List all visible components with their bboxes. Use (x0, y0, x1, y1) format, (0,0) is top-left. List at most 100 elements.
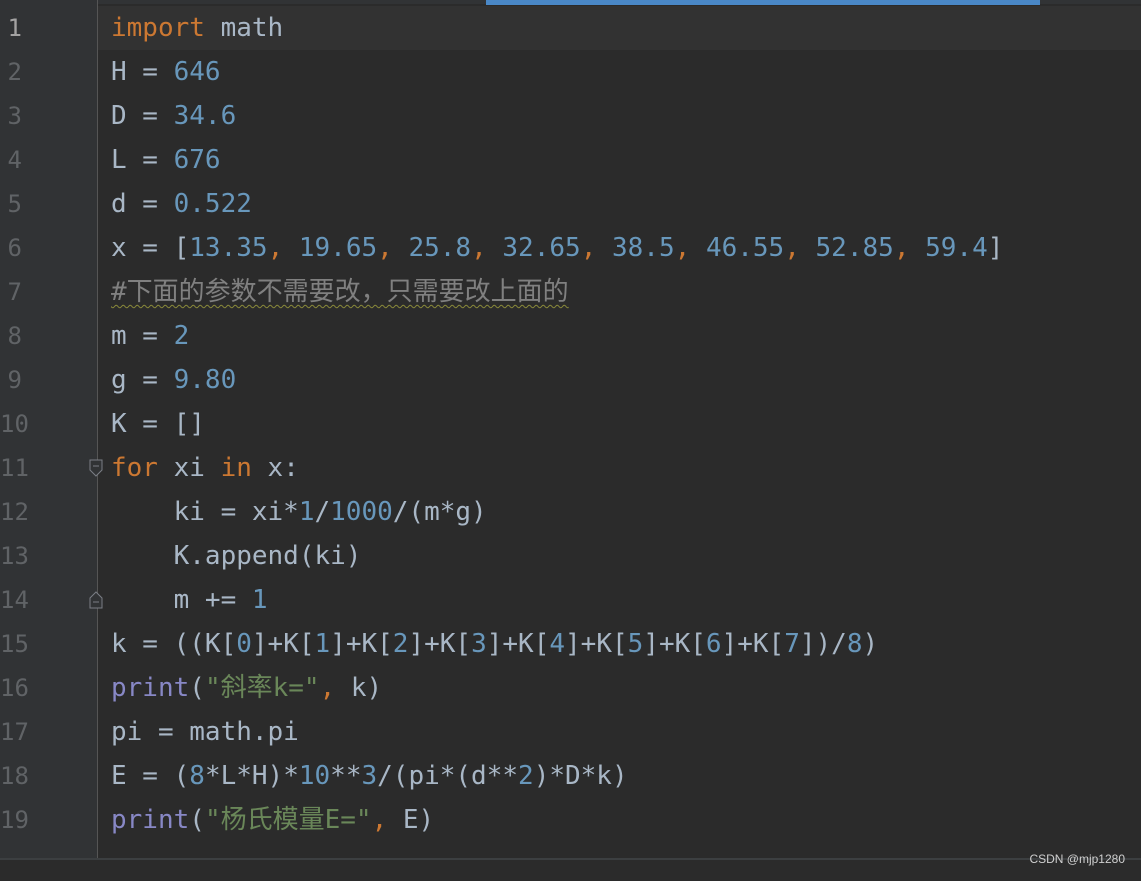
code-line[interactable]: for xi in x: (111, 446, 299, 490)
code-token: 0.522 (173, 189, 252, 219)
code-token: 2 (173, 321, 190, 351)
line-number[interactable]: 9 (0, 358, 22, 402)
code-token: K = [] (111, 409, 205, 439)
line-number[interactable]: 6 (0, 226, 22, 270)
code-token: *L*H)* (204, 761, 299, 791)
code-token: 13.35 (189, 233, 268, 263)
code-token: H = (111, 57, 174, 87)
code-line[interactable]: k = ((K[0]+K[1]+K[2]+K[3]+K[4]+K[5]+K[6]… (111, 622, 878, 666)
code-line[interactable]: ki = xi*1/1000/(m*g) (111, 490, 487, 534)
code-token: E = ( (111, 761, 190, 791)
line-number[interactable]: 12 (0, 490, 29, 534)
line-number[interactable]: 8 (0, 314, 22, 358)
code-token: 6 (705, 629, 722, 659)
code-token: math (204, 13, 284, 43)
code-token: x: (251, 453, 299, 483)
code-token: ] (987, 233, 1004, 263)
code-line[interactable]: D = 34.6 (111, 94, 236, 138)
code-token: 38.5 (612, 233, 675, 263)
code-line[interactable]: L = 676 (111, 138, 221, 182)
code-token: , (580, 233, 612, 263)
code-token: ]+K[ (721, 629, 785, 659)
code-token: 34.6 (173, 101, 237, 131)
code-token: ** (330, 761, 362, 791)
code-token: , (471, 233, 503, 263)
code-token: 7 (784, 629, 800, 659)
code-token: 1 (298, 497, 315, 527)
code-line[interactable]: g = 9.80 (111, 358, 236, 402)
code-token: , (893, 233, 926, 263)
code-token: 4 (549, 629, 566, 659)
line-number[interactable]: 10 (0, 402, 29, 446)
code-token: ]+K[ (251, 629, 315, 659)
code-token: k = ((K[ (111, 629, 237, 659)
line-number[interactable]: 1 (0, 6, 22, 50)
line-number[interactable]: 4 (0, 138, 22, 182)
code-line[interactable]: d = 0.522 (111, 182, 252, 226)
code-line[interactable]: #下面的参数不需要改，只需要改上面的 (111, 270, 569, 314)
code-token: , (267, 233, 299, 263)
code-token: 59.4 (925, 233, 988, 263)
code-token: E) (402, 805, 435, 835)
code-token: 9.80 (173, 365, 237, 395)
code-token: 3 (361, 761, 378, 791)
code-line[interactable]: H = 646 (111, 50, 221, 94)
code-line[interactable]: import math (111, 6, 283, 50)
code-token: 3 (471, 629, 487, 659)
code-token: for (111, 453, 158, 483)
code-token: ]+K[ (330, 629, 393, 659)
code-token: ])/ (799, 629, 847, 659)
code-token: 52.85 (815, 233, 894, 263)
open-fold-icon[interactable] (89, 459, 103, 477)
code-line[interactable]: pi = math.pi (111, 710, 299, 754)
close-fold-icon[interactable] (89, 591, 103, 609)
code-token: ]+K[ (643, 629, 706, 659)
line-number[interactable]: 13 (0, 534, 29, 578)
code-token: x = [ (111, 233, 190, 263)
code-token: 8 (846, 629, 863, 659)
code-token: ]+K[ (408, 629, 472, 659)
code-token: / (314, 497, 331, 527)
code-token: , (319, 673, 351, 703)
code-token: 0 (236, 629, 252, 659)
code-token: L = (111, 145, 174, 175)
code-token: 25.8 (408, 233, 472, 263)
code-line[interactable]: m += 1 (111, 578, 268, 622)
code-token: 676 (173, 145, 221, 175)
line-number[interactable]: 14 (0, 578, 29, 622)
code-token: ]+K[ (486, 629, 550, 659)
code-line[interactable]: E = (8*L*H)*10**3/(pi*(d**2)*D*k) (111, 754, 628, 798)
line-number[interactable]: 5 (0, 182, 22, 226)
line-number[interactable]: 3 (0, 94, 22, 138)
code-token: /(m*g) (392, 497, 487, 527)
code-token: 46.55 (705, 233, 785, 263)
line-number[interactable]: 19 (0, 798, 29, 842)
line-number[interactable]: 16 (0, 666, 29, 710)
code-line[interactable]: print("斜率k=", k) (111, 666, 382, 710)
line-number[interactable]: 18 (0, 754, 29, 798)
code-token: /(pi*(d** (377, 761, 519, 791)
code-token: xi (157, 453, 221, 483)
code-token: ]+K[ (565, 629, 628, 659)
line-number[interactable]: 11 (0, 446, 29, 490)
horizontal-scrollbar-thumb[interactable] (486, 0, 1040, 5)
code-token: 2 (518, 761, 534, 791)
code-token: 8 (189, 761, 205, 791)
gutter-divider (97, 0, 98, 858)
code-token: ) (862, 629, 879, 659)
code-token: print (111, 805, 190, 835)
editor-bottom-edge (0, 858, 1141, 881)
code-line[interactable]: m = 2 (111, 314, 189, 358)
code-line[interactable]: x = [13.35, 19.65, 25.8, 32.65, 38.5, 46… (111, 226, 1003, 270)
code-line[interactable]: print("杨氏模量E=", E) (111, 798, 434, 842)
code-line[interactable]: K.append(ki) (111, 534, 362, 578)
code-token: print (111, 673, 190, 703)
line-number[interactable]: 17 (0, 710, 29, 754)
line-number[interactable]: 15 (0, 622, 29, 666)
code-token: )*D*k) (533, 761, 628, 791)
code-line[interactable]: K = [] (111, 402, 205, 446)
line-number[interactable]: 2 (0, 50, 22, 94)
code-token: ( (189, 805, 205, 835)
code-token: , (371, 805, 403, 835)
line-number[interactable]: 7 (0, 270, 22, 314)
